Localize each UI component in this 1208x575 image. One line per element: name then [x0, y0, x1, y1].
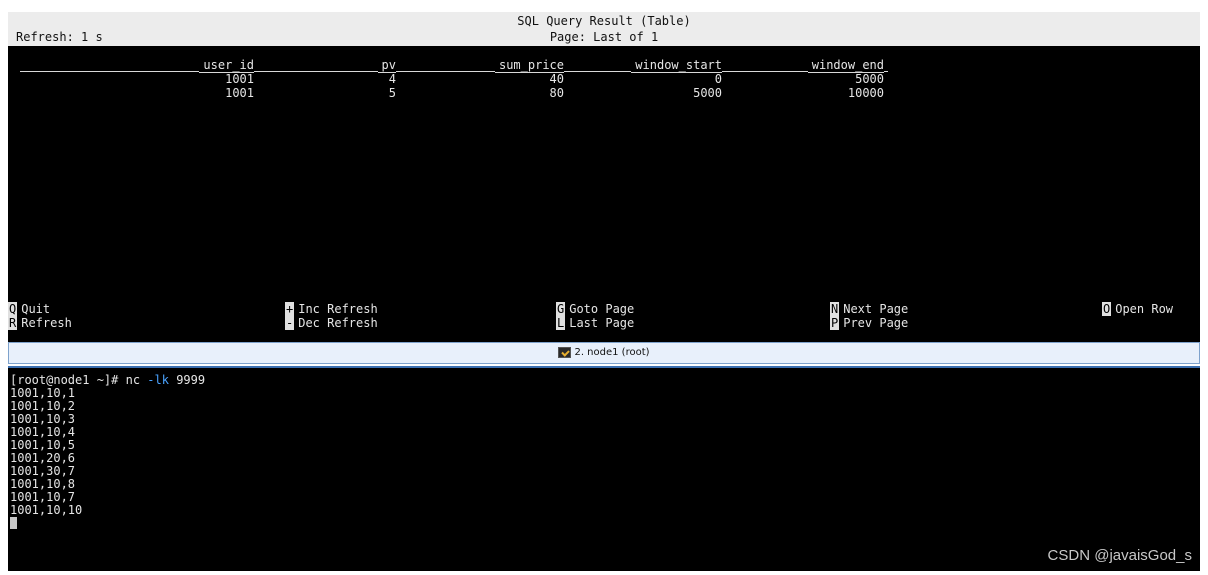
table-row[interactable]: 1001 4 40 0 5000	[8, 72, 1200, 86]
tab-label: 2. node1 (root)	[574, 347, 650, 358]
terminal-cursor	[10, 517, 17, 529]
cursor-line	[10, 517, 205, 530]
result-header: SQL Query Result (Table) Refresh: 1 s Pa…	[8, 12, 1200, 46]
key-q: Q	[8, 302, 18, 316]
menu-item-last-page[interactable]: L Last Page	[556, 316, 634, 330]
table-header-row: user_id pv sum_price window_start window…	[8, 58, 1200, 73]
terminal-output: [root@node1 ~]# nc -lk 9999 1001,10,1 10…	[10, 374, 205, 530]
menu-label-dec-refresh: Dec Refresh	[298, 316, 378, 330]
result-title: SQL Query Result (Table)	[517, 14, 691, 28]
menu-label-quit: Quit	[21, 302, 51, 316]
terminal-pane[interactable]: [root@node1 ~]# nc -lk 9999 1001,10,1 10…	[8, 366, 1200, 571]
menu-item-goto-page[interactable]: G Goto Page	[556, 302, 634, 316]
menu-item-open-row[interactable]: O Open Row	[1102, 302, 1173, 316]
menu-label-refresh: Refresh	[21, 316, 72, 330]
terminal-icon	[558, 346, 572, 358]
cell-window-start: 5000	[693, 86, 722, 100]
menu-item-dec-refresh[interactable]: - Dec Refresh	[285, 316, 378, 330]
menu-item-next-page[interactable]: N Next Page	[830, 302, 908, 316]
key-l: L	[556, 316, 566, 330]
shell-prompt: [root@node1 ~]#	[10, 373, 126, 387]
key-o: O	[1102, 302, 1112, 316]
terminal-tab-strip: 2. node1 (root)	[8, 342, 1200, 364]
terminal-line: 1001,10,10	[10, 503, 83, 517]
column-header-window-start: window_start	[631, 58, 722, 73]
key-p: P	[830, 316, 840, 330]
cell-window-end: 10000	[847, 86, 884, 100]
command-port: 9999	[168, 373, 206, 387]
command-name: nc	[125, 373, 148, 387]
key-r: R	[8, 316, 18, 330]
tab-node1[interactable]: 2. node1 (root)	[9, 343, 1199, 363]
command-flag: -lk	[147, 373, 169, 387]
key-minus: -	[285, 316, 295, 330]
menu-label-goto-page: Goto Page	[569, 302, 635, 316]
menu-item-refresh[interactable]: R Refresh	[8, 316, 72, 330]
cell-pv: 5	[388, 86, 396, 100]
column-header-pv: pv	[377, 58, 396, 73]
cell-window-end: 5000	[855, 72, 884, 86]
menu-label-open-row: Open Row	[1115, 302, 1174, 316]
key-g: G	[556, 302, 566, 316]
table-row[interactable]: 1001 5 80 5000 10000	[8, 86, 1200, 100]
column-header-window-end: window_end	[807, 58, 884, 73]
result-table: user_id pv sum_price window_start window…	[8, 58, 1200, 100]
menu-item-quit[interactable]: Q Quit	[8, 302, 50, 316]
menu-label-inc-refresh: Inc Refresh	[298, 302, 378, 316]
cell-sum-price: 80	[549, 86, 564, 100]
column-header-sum-price: sum_price	[494, 58, 564, 73]
menu-item-prev-page[interactable]: P Prev Page	[830, 316, 908, 330]
menu-label-prev-page: Prev Page	[843, 316, 909, 330]
menu-item-inc-refresh[interactable]: + Inc Refresh	[285, 302, 378, 316]
key-plus: +	[285, 302, 295, 316]
cell-pv: 4	[388, 72, 396, 86]
sql-result-pane: SQL Query Result (Table) Refresh: 1 s Pa…	[8, 12, 1200, 342]
cell-window-start: 0	[714, 72, 722, 86]
menu-label-last-page: Last Page	[569, 316, 635, 330]
column-header-user-id: user_id	[199, 58, 254, 73]
page-indicator: Page: Last of 1	[549, 30, 659, 44]
cell-sum-price: 40	[549, 72, 564, 86]
key-n: N	[830, 302, 840, 316]
menu-label-next-page: Next Page	[843, 302, 909, 316]
cell-user-id: 1001	[225, 86, 254, 100]
watermark: CSDN @javaisGod_s	[1047, 547, 1192, 564]
cell-user-id: 1001	[225, 72, 254, 86]
